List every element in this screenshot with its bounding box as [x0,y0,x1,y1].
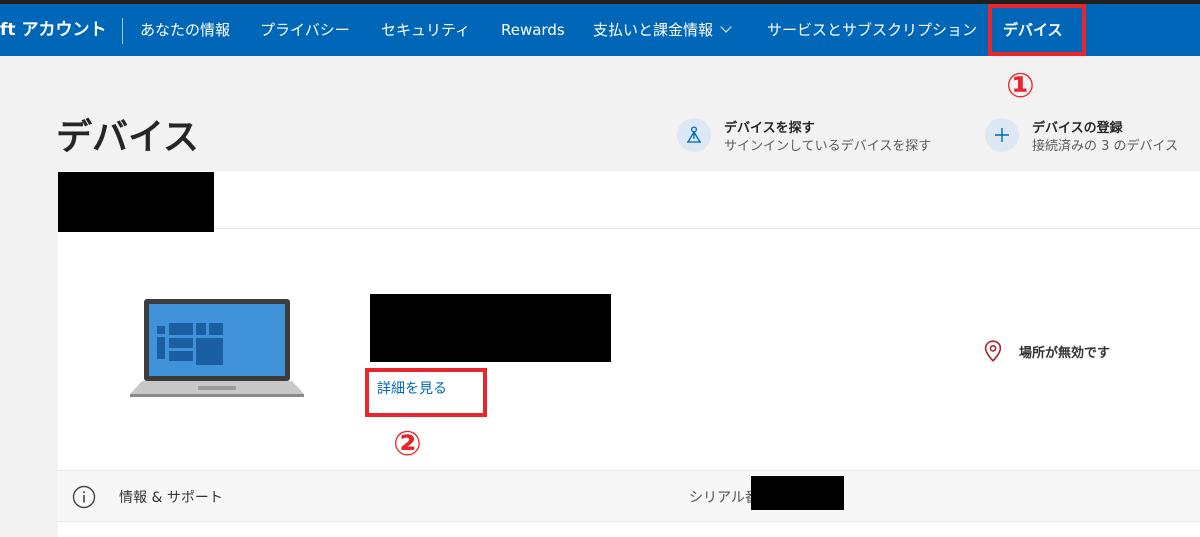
nav-item-payment-billing[interactable]: 支払いと課金情報 [593,4,732,56]
find-device-title: デバイスを探す [724,121,815,136]
info-support-row[interactable]: 情報 & サポート シリアル番号 [58,470,1200,522]
serial-number-label: シリアル番号 [689,490,751,506]
location-pin-icon [984,340,1002,362]
find-device-action[interactable]: デバイスを探す サインインしているデバイスを探す [677,114,937,158]
highlight-box-details-link [365,368,487,417]
redacted-device-group-name [58,172,214,232]
highlight-box-devices-tab [988,4,1086,56]
chevron-down-icon [720,21,732,33]
find-device-icon [677,118,711,152]
annotation-step-2: ② [393,424,422,464]
info-icon [72,485,96,509]
page-title: デバイス [56,117,199,158]
nav-item-privacy[interactable]: プライバシー [260,4,350,56]
brand-title[interactable]: ft アカウント [0,4,106,56]
nav-item-security[interactable]: セキュリティ [381,4,470,56]
location-status: 場所が無効です [1019,346,1111,361]
annotation-step-1: ① [1006,66,1035,106]
nav-divider [122,18,123,44]
card-header-divider [58,228,1200,229]
register-device-title: デバイスの登録 [1032,121,1123,136]
nav-item-your-info[interactable]: あなたの情報 [140,4,230,56]
redacted-serial-number [751,476,844,510]
find-device-subtitle: サインインしているデバイスを探す [724,139,932,154]
laptop-icon [130,299,304,397]
nav-item-payment-billing-label: 支払いと課金情報 [593,21,714,39]
redacted-device-name [370,294,611,362]
register-device-action[interactable]: デバイスの登録 接続済みの 3 のデバイス [985,114,1185,158]
nav-item-rewards[interactable]: Rewards [501,4,565,56]
plus-icon [985,118,1019,152]
info-support-label: 情報 & サポート [119,490,223,506]
nav-item-services-subscriptions[interactable]: サービスとサブスクリプション [767,4,977,56]
register-device-subtitle: 接続済みの 3 のデバイス [1032,139,1179,154]
